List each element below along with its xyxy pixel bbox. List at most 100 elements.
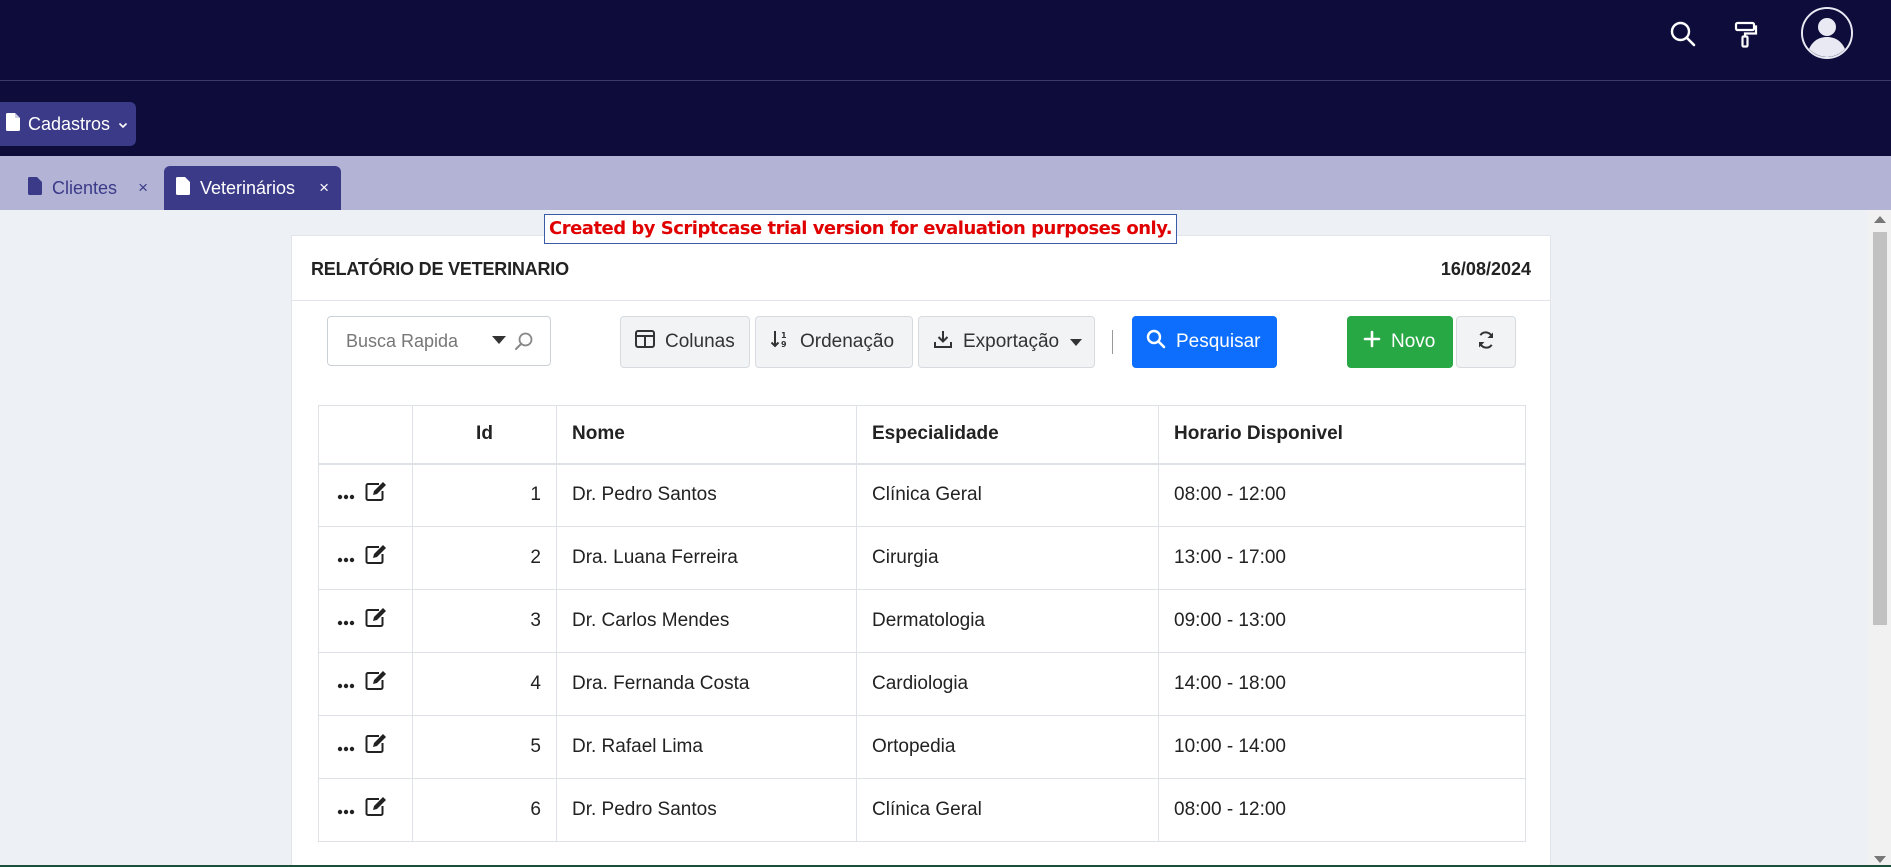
more-options-icon[interactable] [337, 799, 355, 821]
trial-notice: Created by Scriptcase trial version for … [544, 214, 1178, 244]
refresh-button[interactable] [1456, 316, 1516, 368]
file-icon [6, 112, 20, 136]
export-button[interactable]: Exportação [918, 316, 1095, 368]
sort-button[interactable]: 19 Ordenação [755, 316, 913, 368]
cell-id: 5 [412, 715, 557, 779]
row-actions [318, 715, 413, 779]
row-actions [318, 463, 413, 527]
header-id[interactable]: Id [412, 405, 557, 465]
edit-icon[interactable] [365, 734, 387, 760]
caret-down-icon[interactable] [492, 336, 506, 344]
caret-down-icon [1069, 331, 1083, 353]
columns-label: Colunas [665, 331, 735, 352]
edit-icon[interactable] [365, 545, 387, 571]
close-icon[interactable]: × [138, 178, 148, 198]
search-button-label: Pesquisar [1176, 331, 1261, 352]
svg-text:9: 9 [781, 340, 787, 349]
cell-especialidade: Clínica Geral [856, 778, 1159, 842]
export-label: Exportação [963, 331, 1060, 352]
header-especialidade[interactable]: Especialidade [856, 405, 1159, 465]
tab-bar: Clientes × Veterinários × [0, 156, 1891, 210]
table-row: 2 Dra. Luana Ferreira Cirurgia 13:00 - 17:0… [318, 526, 1526, 590]
cell-nome: Dr. Pedro Santos [556, 463, 857, 527]
search-icon[interactable] [514, 331, 534, 356]
more-options-icon[interactable] [337, 673, 355, 695]
new-button-label: Novo [1391, 331, 1436, 352]
navbar-divider [0, 80, 1891, 81]
cell-horario: 13:00 - 17:00 [1158, 526, 1526, 590]
more-options-icon[interactable] [337, 484, 355, 506]
chevron-down-icon [118, 114, 128, 135]
plus-icon [1363, 330, 1381, 354]
cell-nome: Dr. Pedro Santos [556, 778, 857, 842]
cell-nome: Dra. Luana Ferreira [556, 526, 857, 590]
edit-icon[interactable] [365, 797, 387, 823]
sort-icon: 19 [770, 329, 790, 355]
edit-icon[interactable] [365, 608, 387, 634]
cell-id: 3 [412, 589, 557, 653]
table-body: 1 Dr. Pedro Santos Clínica Geral 08:00 - 12… [318, 463, 1526, 842]
cell-nome: Dra. Fernanda Costa [556, 652, 857, 716]
report-header: RELATÓRIO DE VETERINARIO 16/08/2024 [292, 236, 1550, 301]
tab-label: Clientes [52, 177, 118, 198]
page-title: RELATÓRIO DE VETERINARIO [311, 259, 569, 279]
search-icon[interactable] [1663, 14, 1703, 54]
more-options-icon[interactable] [337, 736, 355, 758]
new-button[interactable]: Novo [1347, 316, 1453, 368]
table-header-row: Id Nome Especialidade Horario Disponivel [318, 405, 1526, 465]
edit-icon[interactable] [365, 482, 387, 508]
svg-text:1: 1 [781, 331, 787, 340]
header-nome[interactable]: Nome [556, 405, 857, 465]
table-row: 6 Dr. Pedro Santos Clínica Geral 08:00 - 12… [318, 778, 1526, 842]
cell-nome: Dr. Carlos Mendes [556, 589, 857, 653]
quick-search-input[interactable]: Busca Rapida [327, 316, 551, 366]
columns-icon [635, 330, 655, 354]
toolbar-separator [1112, 330, 1113, 354]
cell-horario: 08:00 - 12:00 [1158, 778, 1526, 842]
edit-icon[interactable] [365, 671, 387, 697]
row-actions [318, 652, 413, 716]
more-options-icon[interactable] [337, 610, 355, 632]
table-row: 5 Dr. Rafael Lima Ortopedia 10:00 - 14:00 [318, 715, 1526, 779]
table-row: 4 Dra. Fernanda Costa Cardiologia 14:00 - 1… [318, 652, 1526, 716]
menu-cadastros[interactable]: Cadastros [0, 102, 136, 146]
cell-especialidade: Ortopedia [856, 715, 1159, 779]
scroll-down-arrow[interactable] [1874, 856, 1886, 863]
header-horario[interactable]: Horario Disponivel [1158, 405, 1526, 465]
scrollbar-thumb[interactable] [1873, 232, 1887, 625]
scrollbar[interactable] [1868, 210, 1891, 867]
cell-horario: 09:00 - 13:00 [1158, 589, 1526, 653]
row-actions [318, 589, 413, 653]
more-options-icon[interactable] [337, 547, 355, 569]
cell-especialidade: Cirurgia [856, 526, 1159, 590]
columns-button[interactable]: Colunas [620, 316, 750, 368]
paint-roller-icon[interactable] [1726, 14, 1766, 54]
download-icon [933, 329, 953, 355]
cell-especialidade: Dermatologia [856, 589, 1159, 653]
cell-horario: 14:00 - 18:00 [1158, 652, 1526, 716]
file-icon [28, 176, 42, 200]
refresh-icon [1476, 330, 1496, 355]
search-icon [1146, 329, 1166, 355]
user-avatar-icon[interactable] [1801, 7, 1853, 59]
cell-id: 1 [412, 463, 557, 527]
row-actions [318, 778, 413, 842]
cell-horario: 08:00 - 12:00 [1158, 463, 1526, 527]
tab-label: Veterinários [200, 177, 296, 198]
search-button[interactable]: Pesquisar [1132, 316, 1277, 368]
report-card: RELATÓRIO DE VETERINARIO 16/08/2024 Busc… [291, 235, 1551, 867]
table-row: 1 Dr. Pedro Santos Clínica Geral 08:00 - 12… [318, 463, 1526, 527]
tab-clientes[interactable]: Clientes × [0, 166, 160, 210]
scroll-up-arrow[interactable] [1874, 216, 1886, 223]
cell-id: 6 [412, 778, 557, 842]
cell-especialidade: Cardiologia [856, 652, 1159, 716]
tab-veterinarios[interactable]: Veterinários × [164, 166, 341, 210]
header-actions [318, 405, 413, 465]
table-row: 3 Dr. Carlos Mendes Dermatologia 09:00 - 13… [318, 589, 1526, 653]
cell-id: 4 [412, 652, 557, 716]
cell-horario: 10:00 - 14:00 [1158, 715, 1526, 779]
quick-search-placeholder: Busca Rapida [346, 330, 459, 351]
close-icon[interactable]: × [319, 178, 329, 198]
cell-nome: Dr. Rafael Lima [556, 715, 857, 779]
row-actions [318, 526, 413, 590]
